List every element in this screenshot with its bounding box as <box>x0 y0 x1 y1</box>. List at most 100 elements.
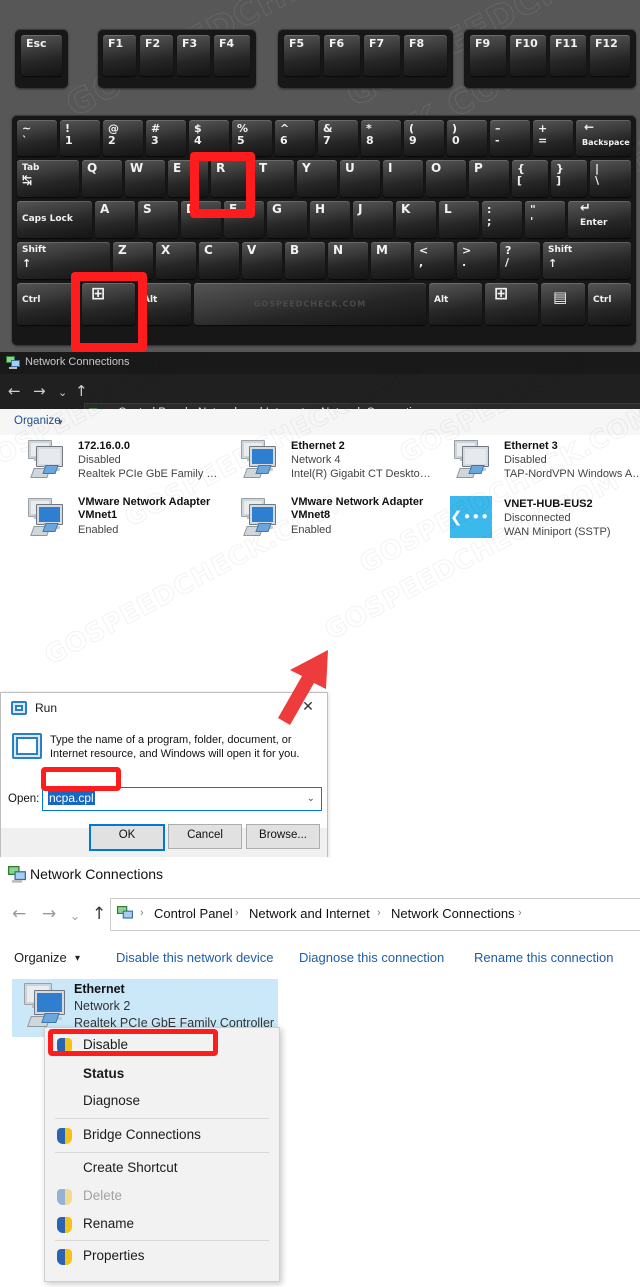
key-f4[interactable]: F4 <box>214 35 250 76</box>
key-p[interactable]: P <box>469 160 509 197</box>
key-backslash[interactable]: | \ <box>590 160 631 197</box>
menu-item-properties[interactable]: Properties <box>45 1243 279 1271</box>
up-button[interactable]: ↑ <box>92 904 106 924</box>
key-f11[interactable]: F11 <box>550 35 586 76</box>
browse-button[interactable]: Browse... <box>246 824 320 849</box>
key-semicolon[interactable]: : ; <box>482 201 522 238</box>
forward-button[interactable]: → <box>42 904 56 924</box>
key-6[interactable]: ^ 6 <box>275 120 315 156</box>
key-9[interactable]: ( 9 <box>404 120 444 156</box>
key-m[interactable]: M <box>371 242 411 279</box>
key-f9[interactable]: F9 <box>470 35 506 76</box>
key-u[interactable]: U <box>340 160 380 197</box>
key-equals[interactable]: + = <box>533 120 573 156</box>
key-3[interactable]: # 3 <box>146 120 186 156</box>
key-f6[interactable]: F6 <box>324 35 360 76</box>
key-ctrl-left[interactable]: Ctrl <box>17 283 79 325</box>
key-quote[interactable]: " ' <box>525 201 565 238</box>
key-v[interactable]: V <box>242 242 282 279</box>
key-menu[interactable]: ▤ <box>541 283 585 325</box>
organize-button[interactable]: Organize <box>14 415 61 427</box>
key-l[interactable]: L <box>439 201 479 238</box>
key-comma[interactable]: < , <box>414 242 454 279</box>
list-item[interactable]: 172.16.0.0 Disabled Realtek PCIe GbE Fam… <box>20 438 225 496</box>
key-bracket-right[interactable]: } ] <box>551 160 587 197</box>
key-period[interactable]: > . <box>457 242 497 279</box>
key-s[interactable]: S <box>138 201 178 238</box>
key-0[interactable]: ) 0 <box>447 120 487 156</box>
key-1[interactable]: ! 1 <box>60 120 100 156</box>
back-button[interactable]: ← <box>8 382 21 400</box>
chevron-down-icon[interactable]: ⌄ <box>307 793 315 804</box>
key-f7[interactable]: F7 <box>364 35 400 76</box>
menu-item-rename[interactable]: Rename <box>45 1211 279 1239</box>
key-5[interactable]: % 5 <box>232 120 272 156</box>
menu-item-bridge-connections[interactable]: Bridge Connections <box>45 1122 279 1150</box>
key-f12[interactable]: F12 <box>590 35 630 76</box>
key-tab[interactable]: Tab ↹ <box>17 160 79 197</box>
key-f5[interactable]: F5 <box>284 35 320 76</box>
breadcrumb-item-network-connections[interactable]: Network Connections <box>391 906 515 921</box>
key-w[interactable]: W <box>125 160 165 197</box>
key-bracket-left[interactable]: { [ <box>512 160 548 197</box>
key-caps-lock[interactable]: Caps Lock <box>17 201 92 238</box>
key-4[interactable]: $ 4 <box>189 120 229 156</box>
key-8[interactable]: * 8 <box>361 120 401 156</box>
cancel-button[interactable]: Cancel <box>168 824 242 849</box>
key-h[interactable]: H <box>310 201 350 238</box>
key-backtick[interactable]: ~ ` <box>17 120 57 156</box>
chevron-down-icon[interactable]: ▾ <box>58 417 63 428</box>
key-g[interactable]: G <box>267 201 307 238</box>
key-slash[interactable]: ? / <box>500 242 540 279</box>
menu-item-create-shortcut[interactable]: Create Shortcut <box>45 1155 279 1183</box>
key-minus[interactable]: – - <box>490 120 530 156</box>
key-t[interactable]: T <box>254 160 294 197</box>
key-i[interactable]: I <box>383 160 423 197</box>
key-backspace[interactable]: ← Backspace <box>576 120 631 156</box>
menu-item-status[interactable]: Status <box>45 1061 279 1089</box>
diagnose-connection-button[interactable]: Diagnose this connection <box>299 950 444 965</box>
ok-button[interactable]: OK <box>89 824 165 851</box>
key-f3[interactable]: F3 <box>177 35 210 76</box>
key-x[interactable]: X <box>156 242 196 279</box>
recent-locations-button[interactable]: ⌄ <box>70 906 80 926</box>
breadcrumb-item-control-panel[interactable]: Control Panel <box>154 906 233 921</box>
menu-item-diagnose[interactable]: Diagnose <box>45 1088 279 1116</box>
key-o[interactable]: O <box>426 160 466 197</box>
key-b[interactable]: B <box>285 242 325 279</box>
key-y[interactable]: Y <box>297 160 337 197</box>
forward-button[interactable]: → <box>33 382 46 400</box>
key-c[interactable]: C <box>199 242 239 279</box>
key-f1[interactable]: F1 <box>103 35 136 76</box>
key-windows-right[interactable]: ⊞ <box>485 283 538 325</box>
chevron-down-icon[interactable]: ▾ <box>75 953 80 964</box>
list-item[interactable]: Ethernet 2 Network 4 Intel(R) Gigabit CT… <box>233 438 438 496</box>
key-label: – <box>495 122 501 135</box>
key-shift-right[interactable]: Shift ↑ <box>543 242 631 279</box>
key-enter[interactable]: ↵ Enter <box>568 201 631 238</box>
disable-network-device-button[interactable]: Disable this network device <box>116 950 274 965</box>
key-label: Esc <box>26 37 47 50</box>
list-item[interactable]: Ethernet 3 Disabled TAP-NordVPN Windows … <box>446 438 640 496</box>
key-esc[interactable]: Esc <box>21 35 62 76</box>
up-button[interactable]: ↑ <box>75 382 88 400</box>
recent-locations-button[interactable]: ⌄ <box>58 384 67 402</box>
breadcrumb[interactable]: › Control Panel › Network and Internet ›… <box>110 898 640 931</box>
back-button[interactable]: ← <box>12 904 26 924</box>
key-alt-right[interactable]: Alt <box>429 283 482 325</box>
key-ctrl-right[interactable]: Ctrl <box>588 283 631 325</box>
key-7[interactable]: & 7 <box>318 120 358 156</box>
key-j[interactable]: J <box>353 201 393 238</box>
key-q[interactable]: Q <box>82 160 122 197</box>
key-n[interactable]: N <box>328 242 368 279</box>
key-f10[interactable]: F10 <box>510 35 546 76</box>
key-space[interactable]: GOSPEEDCHECK.COM <box>194 283 426 325</box>
organize-button[interactable]: Organize <box>14 950 67 965</box>
rename-connection-button[interactable]: Rename this connection <box>474 950 613 965</box>
key-2[interactable]: @ 2 <box>103 120 143 156</box>
key-k[interactable]: K <box>396 201 436 238</box>
key-f2[interactable]: F2 <box>140 35 173 76</box>
breadcrumb-item-network-and-internet[interactable]: Network and Internet <box>249 906 370 921</box>
key-a[interactable]: A <box>95 201 135 238</box>
key-f8[interactable]: F8 <box>404 35 447 76</box>
